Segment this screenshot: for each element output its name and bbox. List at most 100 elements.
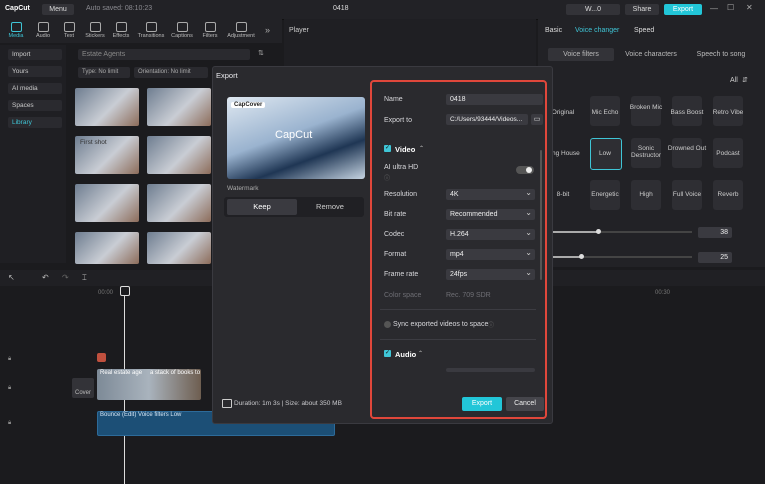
tool-audio[interactable]: Audio xyxy=(31,21,55,41)
voice-low[interactable]: Low xyxy=(585,150,625,157)
maximize-icon[interactable]: ☐ xyxy=(727,3,734,12)
sort-icon[interactable]: ⇅ xyxy=(258,49,264,57)
voice-broken-mic[interactable]: Broken Mic xyxy=(626,104,666,111)
media-search-input[interactable]: Estate Agents xyxy=(78,49,250,60)
sidebar-item-spaces[interactable]: Spaces xyxy=(8,100,62,111)
audio-section-title: Audio xyxy=(395,350,417,359)
voice-bass-boost[interactable]: Bass Boost xyxy=(667,109,707,116)
share-button[interactable]: Share xyxy=(625,4,659,15)
track-lock-icon[interactable]: 🔒︎ xyxy=(8,356,11,363)
sort-icon[interactable]: ⇵ xyxy=(742,76,748,84)
name-input[interactable]: 0418 xyxy=(446,94,543,105)
clip-label: First shot xyxy=(80,139,107,146)
media-thumbnail[interactable] xyxy=(75,232,139,264)
voice-card[interactable] xyxy=(631,96,661,126)
media-thumbnail[interactable] xyxy=(147,232,211,264)
cancel-button[interactable]: Cancel xyxy=(506,397,544,411)
pitch-value[interactable]: 38 xyxy=(698,227,732,238)
sidebar-item-library[interactable]: Library xyxy=(8,117,62,128)
codec-select[interactable]: H.264 xyxy=(446,227,535,240)
tab-voice-changer[interactable]: Voice changer xyxy=(575,27,619,34)
tab-voice-filters[interactable]: Voice filters xyxy=(548,48,614,61)
audio-format-select[interactable] xyxy=(446,368,535,372)
split-icon[interactable]: ⌶ xyxy=(82,273,87,283)
sidebar-item-ai-media[interactable]: AI media xyxy=(8,83,62,94)
sync-checkbox[interactable] xyxy=(384,321,391,328)
minimize-icon[interactable]: — xyxy=(710,4,718,13)
format-select[interactable]: mp4 xyxy=(446,247,535,260)
tab-basic[interactable]: Basic xyxy=(545,27,562,34)
undo-icon[interactable]: ↶ xyxy=(42,273,49,282)
tool-filters[interactable]: Filters xyxy=(198,21,222,41)
settings-scrollbar[interactable] xyxy=(540,150,542,280)
timbre-slider-handle[interactable] xyxy=(579,254,584,259)
tool-captions[interactable]: Captions xyxy=(170,21,194,41)
tab-speech-to-song[interactable]: Speech to song xyxy=(688,48,754,61)
pitch-slider-fill xyxy=(552,231,598,233)
track-lock-icon[interactable]: 🔒︎ xyxy=(8,420,11,427)
clip-title: Real estate age xyxy=(100,370,143,376)
close-icon[interactable]: ✕ xyxy=(746,3,753,12)
player-title: Player xyxy=(289,27,309,34)
audio-clip-title: Bounce (Edit) Voice filters Low xyxy=(100,412,182,418)
time-end: 00:30 xyxy=(655,290,671,296)
media-thumbnail[interactable] xyxy=(147,136,211,174)
folder-icon[interactable]: ▭ xyxy=(531,114,543,125)
chevron-up-icon[interactable]: ⌃ xyxy=(419,145,424,152)
text-track-marker[interactable] xyxy=(97,353,106,362)
bitrate-select[interactable]: Recommended xyxy=(446,207,535,220)
sidebar-item-import[interactable]: Import xyxy=(8,49,62,60)
export-button[interactable]: Export xyxy=(462,397,502,411)
more-tools-icon[interactable]: » xyxy=(265,25,270,35)
voice-card[interactable] xyxy=(672,138,702,168)
divider xyxy=(380,339,536,340)
track-lock-icon[interactable]: 🔒︎ xyxy=(8,385,11,392)
tool-media[interactable]: Media xyxy=(4,21,28,41)
user-button[interactable]: W...0 xyxy=(566,4,620,15)
export-path-input[interactable]: C:/Users/93444/Videos... xyxy=(446,114,528,125)
voice-reverb[interactable]: Reverb xyxy=(708,191,748,198)
timbre-value[interactable]: 25 xyxy=(698,252,732,263)
voice-retro-vibe[interactable]: Retro Vibe xyxy=(708,109,748,116)
media-thumbnail[interactable] xyxy=(75,184,139,222)
tool-text[interactable]: Text xyxy=(57,21,81,41)
menu-button[interactable]: Menu xyxy=(42,4,74,15)
tab-speed[interactable]: Speed xyxy=(634,27,654,34)
voice-high[interactable]: High xyxy=(626,191,666,198)
resolution-select[interactable]: 4K xyxy=(446,187,535,200)
keep-watermark-button[interactable]: Keep xyxy=(227,199,297,215)
chevron-up-icon[interactable]: ⌃ xyxy=(418,350,423,357)
type-filter[interactable]: Type: No limit xyxy=(78,67,130,78)
cover-button[interactable]: Cover xyxy=(72,378,94,398)
all-filter[interactable]: All xyxy=(730,77,738,84)
redo-icon[interactable]: ↷ xyxy=(62,273,69,282)
sidebar-item-yours[interactable]: Yours xyxy=(8,66,62,77)
voice-energetic[interactable]: Energetic xyxy=(585,191,625,198)
export-top-button[interactable]: Export xyxy=(664,4,702,15)
sync-label: Sync exported videos to space xyxy=(393,321,489,328)
voice-sonic-destructor[interactable]: Sonic Destructor xyxy=(626,145,666,159)
orientation-filter[interactable]: Orientation: No limit xyxy=(134,67,208,78)
tool-stickers[interactable]: Stickers xyxy=(83,21,107,41)
tool-effects[interactable]: Effects xyxy=(109,21,133,41)
info-icon[interactable]: ⓘ xyxy=(384,173,390,182)
media-thumbnail[interactable] xyxy=(147,88,211,126)
voice-mic-echo[interactable]: Mic Echo xyxy=(585,109,625,116)
tool-transitions[interactable]: Transitions xyxy=(136,21,166,41)
voice-full-voice[interactable]: Full Voice xyxy=(667,191,707,198)
select-tool-icon[interactable]: ↖ xyxy=(8,273,15,282)
voice-drowned-out[interactable]: Drowned Out xyxy=(667,145,707,152)
tool-adjustment[interactable]: Adjustment xyxy=(225,21,257,41)
framerate-select[interactable]: 24fps xyxy=(446,267,535,280)
remove-watermark-button[interactable]: Remove xyxy=(297,199,363,215)
media-sidebar xyxy=(0,45,66,263)
info-icon[interactable]: ⓘ xyxy=(488,320,494,329)
audio-checkbox[interactable]: ✓ xyxy=(384,350,391,357)
media-thumbnail[interactable] xyxy=(147,184,211,222)
pitch-slider-handle[interactable] xyxy=(596,229,601,234)
media-thumbnail[interactable] xyxy=(75,88,139,126)
video-checkbox[interactable]: ✓ xyxy=(384,145,391,152)
playhead-handle[interactable] xyxy=(120,286,130,296)
voice-podcast[interactable]: Podcast xyxy=(708,150,748,157)
tab-voice-characters[interactable]: Voice characters xyxy=(618,48,684,61)
